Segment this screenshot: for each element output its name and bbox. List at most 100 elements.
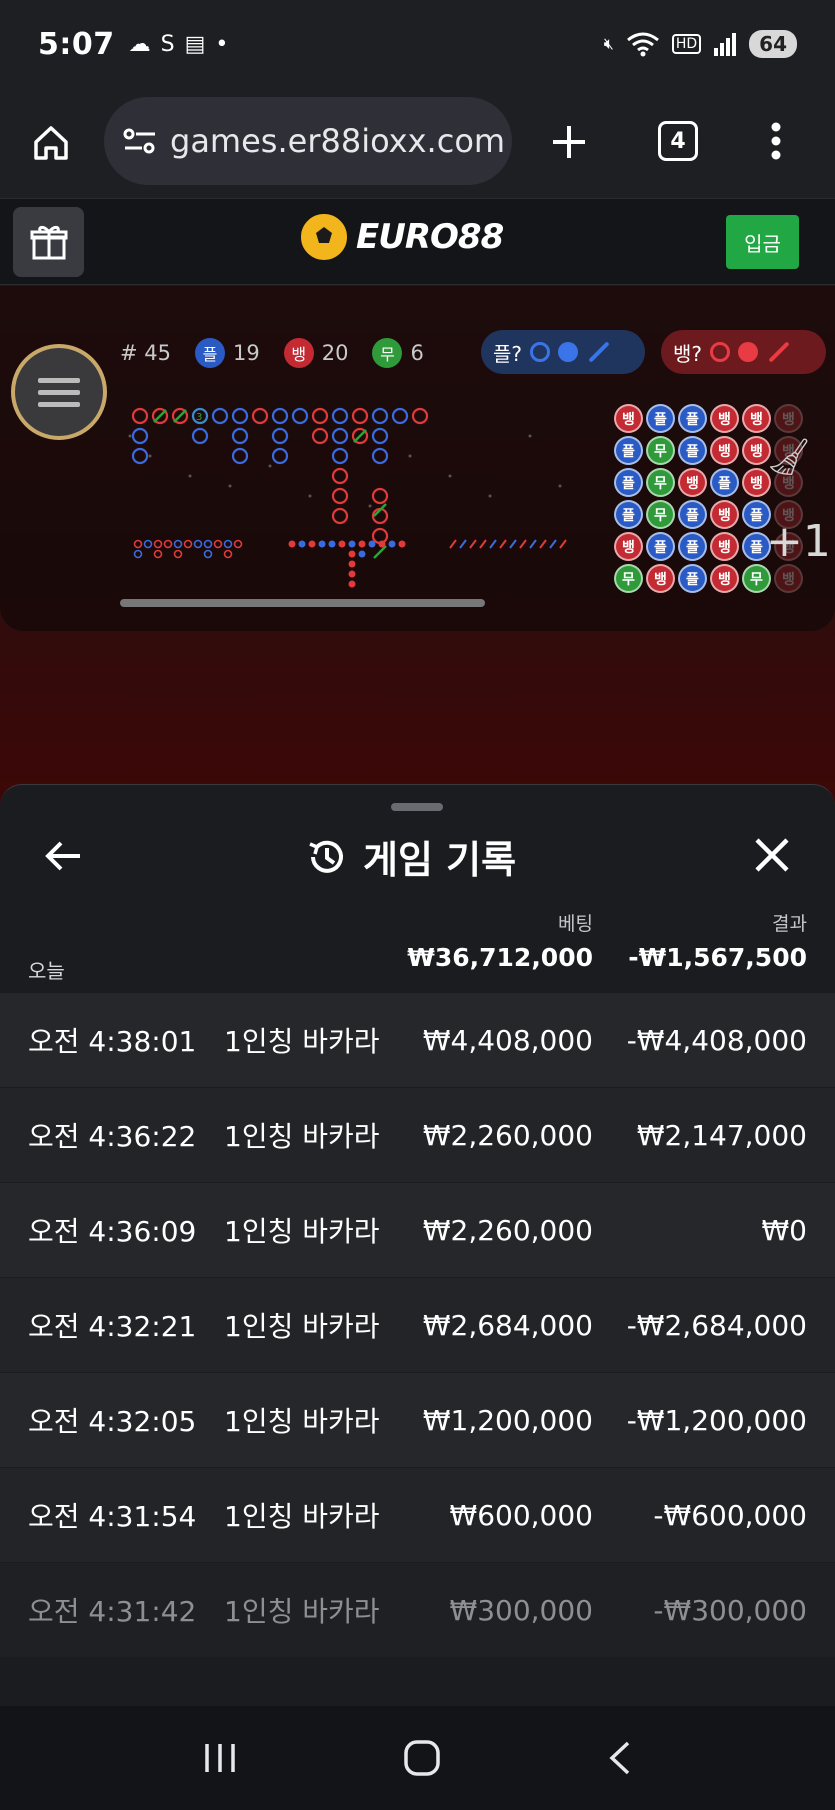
gift-button[interactable] bbox=[13, 207, 84, 277]
bead-cell: 뱅 bbox=[614, 404, 643, 433]
address-bar[interactable]: games.er88ioxx.com bbox=[104, 97, 512, 185]
home-icon[interactable] bbox=[32, 124, 70, 162]
row-bet: ₩2,260,000 bbox=[422, 1213, 593, 1247]
history-row[interactable]: 오전 4:36:22 1인칭 바카라 ₩2,260,000 ₩2,147,000 bbox=[0, 1088, 835, 1183]
menu-button[interactable] bbox=[11, 344, 107, 440]
logo-text: EURO88 bbox=[356, 217, 504, 257]
tab-switcher-button[interactable]: 4 bbox=[658, 121, 698, 161]
row-bet: ₩1,200,000 bbox=[422, 1403, 593, 1437]
row-bet: ₩600,000 bbox=[449, 1498, 593, 1532]
bead-cell: 무 bbox=[646, 436, 675, 465]
hamburger-icon bbox=[38, 378, 80, 407]
row-result: -₩600,000 bbox=[653, 1498, 807, 1532]
news-icon: ▤ bbox=[184, 31, 206, 57]
row-result: -₩2,684,000 bbox=[626, 1308, 807, 1342]
row-result: -₩4,408,000 bbox=[626, 1023, 807, 1057]
history-row[interactable]: 오전 4:36:09 1인칭 바카라 ₩2,260,000 ₩0 bbox=[0, 1183, 835, 1278]
arrow-left-icon bbox=[45, 841, 80, 871]
tie-badge: 무 bbox=[372, 338, 403, 368]
row-game: 1인칭 바카라 bbox=[224, 1120, 380, 1153]
history-row[interactable]: 오전 4:32:05 1인칭 바카라 ₩1,200,000 -₩1,200,00… bbox=[0, 1373, 835, 1468]
bead-cell: 뱅 bbox=[710, 500, 739, 529]
row-game: 1인칭 바카라 bbox=[224, 1595, 380, 1628]
tie-count: 6 bbox=[410, 341, 424, 365]
mute-icon: 🔇︎ bbox=[603, 34, 614, 53]
red-dot-icon bbox=[738, 342, 759, 362]
today-result-total: -₩1,567,500 bbox=[628, 943, 807, 972]
new-tab-icon[interactable] bbox=[551, 124, 587, 160]
bead-cell: 플 bbox=[646, 532, 675, 561]
overflow-count: +1 bbox=[766, 516, 831, 567]
history-row[interactable]: 오전 4:31:42 1인칭 바카라 ₩300,000 -₩300,000 bbox=[0, 1563, 835, 1658]
bead-cell: 무 bbox=[742, 564, 771, 593]
bead-cell: 뱅 bbox=[774, 404, 803, 433]
wifi-icon bbox=[626, 32, 659, 57]
site-logo[interactable]: EURO88 bbox=[300, 213, 504, 261]
bead-cell: 뱅 bbox=[774, 564, 803, 593]
deposit-button[interactable]: 입금 bbox=[726, 215, 799, 269]
dot-icon: • bbox=[215, 31, 229, 57]
bead-cell: 플 bbox=[646, 404, 675, 433]
player-predict-button[interactable]: 플? bbox=[481, 330, 645, 374]
history-row[interactable]: 오전 4:38:01 1인칭 바카라 ₩4,408,000 -₩4,408,00… bbox=[0, 993, 835, 1088]
bead-cell: 플 bbox=[678, 436, 707, 465]
row-game: 1인칭 바카라 bbox=[224, 1310, 380, 1343]
bead-cell: 플 bbox=[710, 468, 739, 497]
today-label: 오늘 bbox=[28, 959, 65, 983]
system-nav-bar bbox=[0, 1706, 835, 1810]
signal-icon bbox=[714, 33, 737, 56]
site-header: EURO88 입금 bbox=[0, 198, 835, 285]
banker-count: 20 bbox=[321, 341, 349, 365]
road-scrollbar[interactable] bbox=[120, 599, 485, 607]
history-list: 오전 4:38:01 1인칭 바카라 ₩4,408,000 -₩4,408,00… bbox=[0, 993, 835, 1658]
battery-icon: 64 bbox=[749, 30, 797, 58]
status-bar: 5:07 ☁ S ▤ • 🔇︎ HD 64 bbox=[0, 0, 835, 88]
drag-handle[interactable] bbox=[391, 803, 443, 811]
row-bet: ₩300,000 bbox=[449, 1593, 593, 1627]
home-nav-icon[interactable] bbox=[403, 1739, 441, 1777]
row-time: 오전 4:32:21 bbox=[28, 1310, 197, 1343]
history-row[interactable]: 오전 4:32:21 1인칭 바카라 ₩2,684,000 -₩2,684,00… bbox=[0, 1278, 835, 1373]
scoreboard-panel: # 45 플 19 뱅 20 무 6 플? 뱅? 3 뱅 플 플 뱅 뱅 뱅 플… bbox=[0, 286, 835, 631]
hd-icon: HD bbox=[671, 34, 702, 54]
svg-text:3: 3 bbox=[196, 412, 202, 423]
row-result: -₩1,200,000 bbox=[626, 1403, 807, 1437]
history-row[interactable]: 오전 4:31:54 1인칭 바카라 ₩600,000 -₩600,000 bbox=[0, 1468, 835, 1563]
player-count: 19 bbox=[233, 341, 260, 365]
bead-cell: 플 bbox=[678, 500, 707, 529]
big-road-graphic: 3 bbox=[128, 407, 567, 588]
url-text[interactable]: games.er88ioxx.com bbox=[170, 122, 505, 160]
bead-cell: 뱅 bbox=[646, 564, 675, 593]
player-predict-label: 플? bbox=[493, 341, 523, 366]
bead-cell: 무 bbox=[646, 500, 675, 529]
broom-icon[interactable]: 🧹︎ bbox=[766, 436, 812, 478]
game-history-sheet: 게임 기록 베팅 결과 오늘 ₩36,712,000 -₩1,567,500 오… bbox=[0, 784, 835, 1706]
gift-icon bbox=[30, 225, 67, 260]
browser-toolbar: games.er88ioxx.com 4 bbox=[0, 88, 835, 198]
game-area: # 45 플 19 뱅 20 무 6 플? 뱅? 3 뱅 플 플 뱅 뱅 뱅 플… bbox=[0, 286, 835, 806]
app-notification-icon: S bbox=[160, 31, 175, 57]
close-icon bbox=[755, 838, 789, 872]
recent-apps-icon[interactable] bbox=[203, 1742, 237, 1774]
banker-predict-button[interactable]: 뱅? bbox=[661, 330, 826, 374]
row-bet: ₩4,408,000 bbox=[422, 1023, 593, 1057]
weather-icon: ☁ bbox=[128, 31, 151, 57]
sheet-title-text: 게임 기록 bbox=[363, 838, 517, 882]
bead-cell: 무 bbox=[614, 564, 643, 593]
banker-predict-label: 뱅? bbox=[673, 341, 703, 366]
bead-cell: 뱅 bbox=[710, 564, 739, 593]
close-button[interactable] bbox=[748, 831, 796, 879]
column-header-bet: 베팅 bbox=[558, 913, 593, 935]
more-menu-icon[interactable] bbox=[770, 121, 782, 161]
back-button[interactable] bbox=[40, 833, 86, 879]
soccer-ball-icon bbox=[301, 214, 347, 260]
site-settings-icon[interactable] bbox=[122, 126, 158, 156]
bead-cell: 뱅 bbox=[710, 532, 739, 561]
back-nav-icon[interactable] bbox=[608, 1740, 632, 1776]
banker-badge: 뱅 bbox=[283, 338, 314, 368]
bead-cell: 플 bbox=[678, 564, 707, 593]
red-ring-icon bbox=[710, 342, 731, 362]
bead-cell: 뱅 bbox=[710, 436, 739, 465]
row-result: -₩300,000 bbox=[653, 1593, 807, 1627]
row-time: 오전 4:31:54 bbox=[28, 1500, 197, 1533]
